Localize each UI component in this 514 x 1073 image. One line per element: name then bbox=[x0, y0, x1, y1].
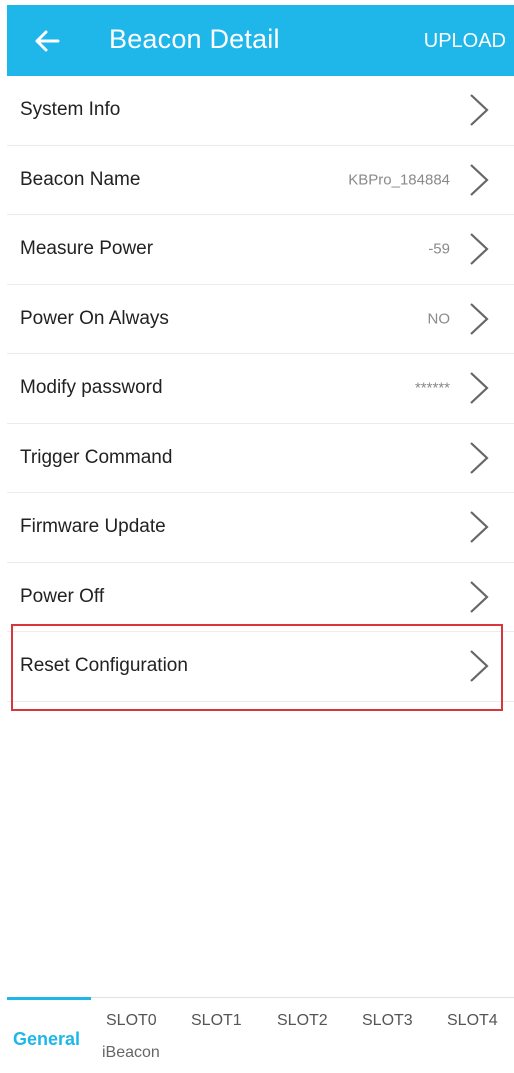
chevron-right-icon bbox=[470, 650, 489, 683]
tab-slot1[interactable]: SLOT1 bbox=[191, 1012, 242, 1030]
row-system-info[interactable]: System Info bbox=[7, 76, 514, 146]
row-label: Reset Configuration bbox=[20, 655, 188, 677]
row-value: NO bbox=[427, 310, 451, 328]
row-trigger-command[interactable]: Trigger Command bbox=[7, 424, 514, 493]
row-measure-power[interactable]: Measure Power -59 bbox=[7, 215, 514, 285]
active-tab-indicator bbox=[7, 997, 91, 1000]
row-beacon-name[interactable]: Beacon Name KBPro_184884 bbox=[7, 146, 514, 215]
row-label: Modify password bbox=[20, 377, 163, 399]
row-label: Trigger Command bbox=[20, 446, 173, 468]
arrow-left-icon bbox=[35, 30, 60, 52]
tab-slot2[interactable]: SLOT2 bbox=[277, 1012, 328, 1030]
row-label: Firmware Update bbox=[20, 516, 166, 538]
row-label: Beacon Name bbox=[20, 168, 141, 190]
row-firmware-update[interactable]: Firmware Update bbox=[7, 493, 514, 563]
chevron-right-icon bbox=[470, 580, 489, 613]
tab-slot0-subtitle: iBeacon bbox=[102, 1044, 160, 1061]
row-label: Power On Always bbox=[20, 307, 169, 329]
row-value: ****** bbox=[414, 379, 450, 397]
tab-slot0[interactable]: SLOT0 bbox=[106, 1012, 157, 1030]
page-title: Beacon Detail bbox=[109, 24, 280, 54]
bottom-tab-bar: General SLOT0 iBeacon SLOT1 SLOT2 SLOT3 … bbox=[7, 997, 514, 1073]
row-label: Power Off bbox=[20, 585, 105, 607]
chevron-right-icon bbox=[470, 441, 489, 474]
top-app-bar: Beacon Detail UPLOAD bbox=[7, 5, 514, 76]
row-modify-password[interactable]: Modify password ****** bbox=[7, 354, 514, 424]
upload-button[interactable]: UPLOAD bbox=[424, 30, 506, 53]
tab-slot4[interactable]: SLOT4 bbox=[447, 1012, 498, 1030]
chevron-right-icon bbox=[470, 163, 489, 196]
chevron-right-icon bbox=[470, 94, 489, 127]
row-value: KBPro_184884 bbox=[348, 171, 450, 189]
row-value: -59 bbox=[428, 240, 450, 258]
tab-general[interactable]: General bbox=[13, 1029, 80, 1050]
settings-list: System Info Beacon Name KBPro_184884 Mea… bbox=[7, 76, 514, 702]
chevron-right-icon bbox=[470, 233, 489, 266]
row-power-off[interactable]: Power Off bbox=[7, 563, 514, 632]
row-label: Measure Power bbox=[20, 238, 154, 260]
row-reset-configuration[interactable]: Reset Configuration bbox=[7, 632, 514, 702]
chevron-right-icon bbox=[470, 372, 489, 405]
app-screen: Beacon Detail UPLOAD System Info Beacon … bbox=[0, 0, 514, 1073]
chevron-right-icon bbox=[470, 511, 489, 544]
row-power-on-always[interactable]: Power On Always NO bbox=[7, 285, 514, 354]
tab-slot3[interactable]: SLOT3 bbox=[362, 1012, 413, 1030]
chevron-right-icon bbox=[470, 302, 489, 335]
back-button[interactable] bbox=[31, 25, 63, 57]
row-label: System Info bbox=[20, 99, 121, 121]
